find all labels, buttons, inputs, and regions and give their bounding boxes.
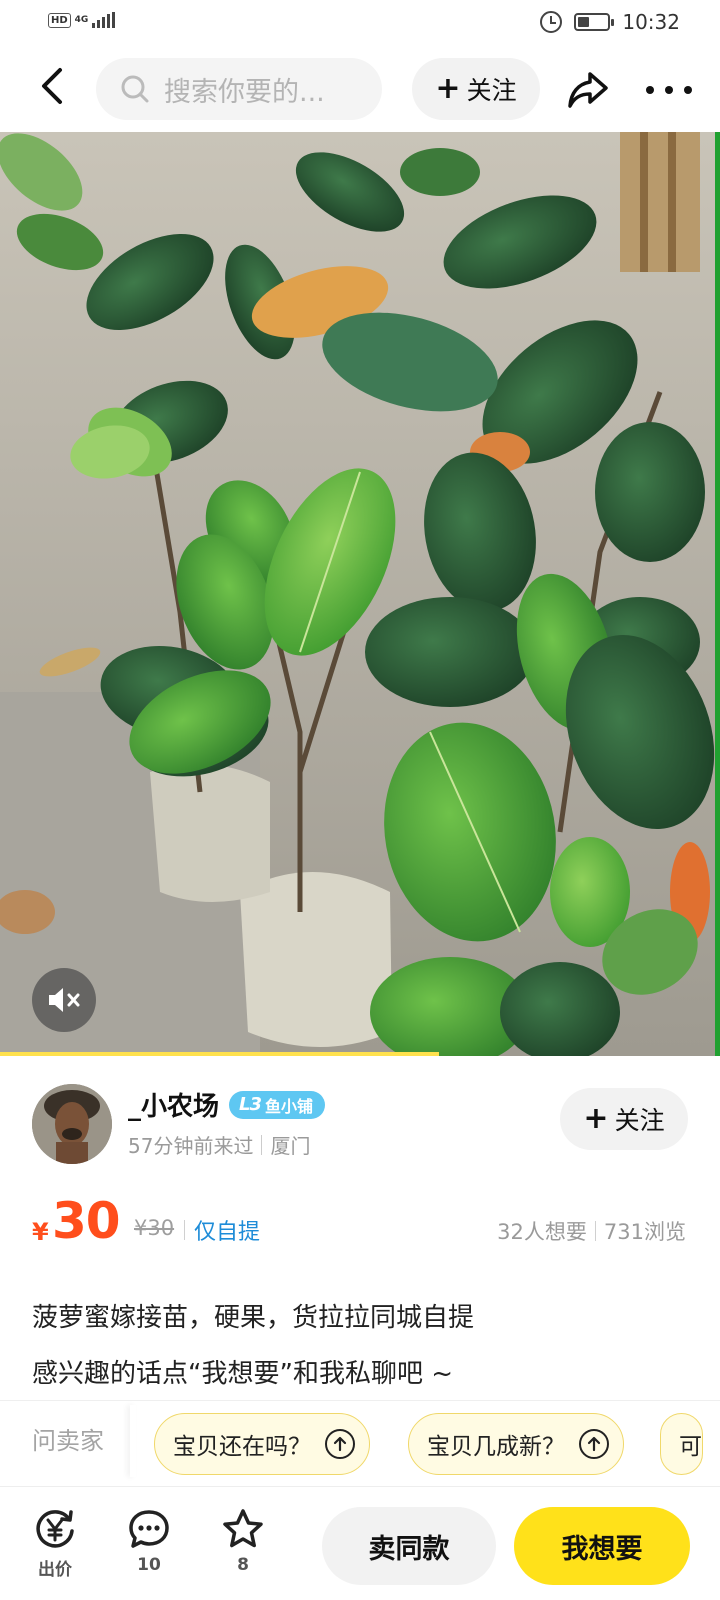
price-value: 30 — [52, 1192, 121, 1250]
mute-button[interactable] — [32, 968, 96, 1032]
last-seen: 57分钟前来过 — [128, 1134, 254, 1158]
clock: 10:32 — [622, 10, 680, 34]
seller-meta: 57分钟前来过 厦门 — [128, 1130, 310, 1159]
follow-button-top[interactable]: + 关注 — [412, 58, 540, 120]
divider — [594, 1221, 596, 1241]
divider — [261, 1134, 263, 1155]
follow-seller-button[interactable]: + 关注 — [560, 1088, 688, 1150]
plus-icon: + — [435, 71, 461, 106]
search-icon — [121, 75, 149, 103]
share-button[interactable] — [566, 68, 610, 112]
i-want-button[interactable]: 我想要 — [514, 1507, 690, 1585]
chip-label: 宝贝还在吗？ — [173, 1434, 311, 1460]
status-left: HD 4G — [48, 12, 116, 28]
description-line: 菠萝蜜嫁接苗，硬果，货拉拉同城自提 — [32, 1303, 475, 1333]
price-currency: ¥ — [32, 1218, 49, 1246]
sell-same-button[interactable]: 卖同款 — [322, 1507, 496, 1585]
quick-question-chip[interactable]: 可 — [660, 1413, 703, 1475]
battery-level — [578, 17, 590, 27]
product-video[interactable] — [0, 132, 720, 1056]
divider — [184, 1220, 185, 1240]
seller-name-row: _小农场 L3 鱼小铺 — [128, 1086, 326, 1123]
more-dot — [684, 86, 692, 94]
signal-icon — [92, 12, 116, 28]
price-row: ¥ 30 ¥30 仅自提 32人想要 731浏览 — [0, 1192, 720, 1266]
seller-location: 厦门 — [270, 1134, 311, 1158]
chip-label: 可 — [679, 1434, 702, 1460]
description-line: 感兴趣的话点“我想要”和我私聊吧 ~ — [32, 1359, 453, 1389]
more-dot — [665, 86, 673, 94]
top-nav: 搜索你要的... + 关注 — [0, 50, 720, 128]
bottom-action-bar: 出价 10 8 卖同款 我想要 — [0, 1486, 720, 1600]
offer-yen-icon — [36, 1510, 74, 1548]
original-price: ¥30 — [134, 1216, 175, 1240]
level-badge: L3 鱼小铺 — [229, 1090, 326, 1119]
arrow-up-icon — [325, 1429, 355, 1459]
status-bar: HD 4G 10:32 — [0, 0, 720, 46]
plus-icon: + — [583, 1101, 609, 1136]
more-dot — [646, 86, 654, 94]
back-button[interactable] — [30, 64, 74, 108]
offer-label: 出价 — [38, 1560, 72, 1580]
comments-button[interactable]: 10 — [114, 1507, 184, 1575]
favorite-button[interactable]: 8 — [208, 1507, 278, 1575]
shop-type: 鱼小铺 — [265, 1096, 314, 1116]
make-offer-button[interactable]: 出价 — [20, 1507, 90, 1580]
video-progress-bar — [0, 1052, 439, 1056]
seller-avatar-image — [32, 1084, 112, 1164]
item-description: 菠萝蜜嫁接苗，硬果，货拉拉同城自提 感兴趣的话点“我想要”和我私聊吧 ~ — [32, 1290, 692, 1402]
follow-label: 关注 — [466, 76, 517, 105]
hd-badge: HD — [48, 12, 71, 28]
favorite-count: 8 — [237, 1555, 249, 1575]
search-input[interactable]: 搜索你要的... — [96, 58, 382, 120]
chip-label: 宝贝几成新？ — [427, 1434, 565, 1460]
ask-seller-label: 问卖家 — [32, 1427, 104, 1455]
delivery-mode: 仅自提 — [194, 1220, 261, 1245]
mute-icon — [49, 988, 80, 1012]
avatar[interactable] — [32, 1084, 112, 1164]
arrow-up-icon — [579, 1429, 609, 1459]
quick-questions-bar: 问卖家 宝贝还在吗？ 宝贝几成新？ 可 — [0, 1400, 720, 1482]
status-right: 10:32 — [540, 10, 680, 34]
comment-count: 10 — [137, 1555, 161, 1575]
alarm-icon — [540, 11, 563, 33]
quick-question-chip[interactable]: 宝贝还在吗？ — [154, 1413, 370, 1475]
item-stats: 32人想要 731浏览 — [497, 1216, 686, 1246]
view-count: 731浏览 — [603, 1220, 686, 1244]
seller-name[interactable]: _小农场 — [128, 1086, 219, 1123]
quick-question-chip[interactable]: 宝贝几成新？ — [408, 1413, 624, 1475]
search-placeholder: 搜索你要的... — [164, 76, 325, 108]
level-text: L3 — [239, 1094, 262, 1115]
battery-icon — [574, 13, 615, 31]
seller-info[interactable]: _小农场 L3 鱼小铺 57分钟前来过 厦门 + 关注 — [0, 1078, 720, 1178]
divider — [130, 1405, 136, 1477]
network-type: 4G — [74, 15, 89, 25]
plant-photo — [0, 132, 720, 1056]
media-edge — [715, 132, 720, 1056]
share-icon — [568, 72, 608, 108]
follow-label: 关注 — [614, 1106, 665, 1135]
star-icon — [223, 1509, 263, 1548]
more-button[interactable] — [646, 70, 692, 110]
comment-icon — [129, 1510, 169, 1548]
back-arrow-icon — [42, 68, 62, 104]
want-count: 32人想要 — [497, 1220, 587, 1244]
